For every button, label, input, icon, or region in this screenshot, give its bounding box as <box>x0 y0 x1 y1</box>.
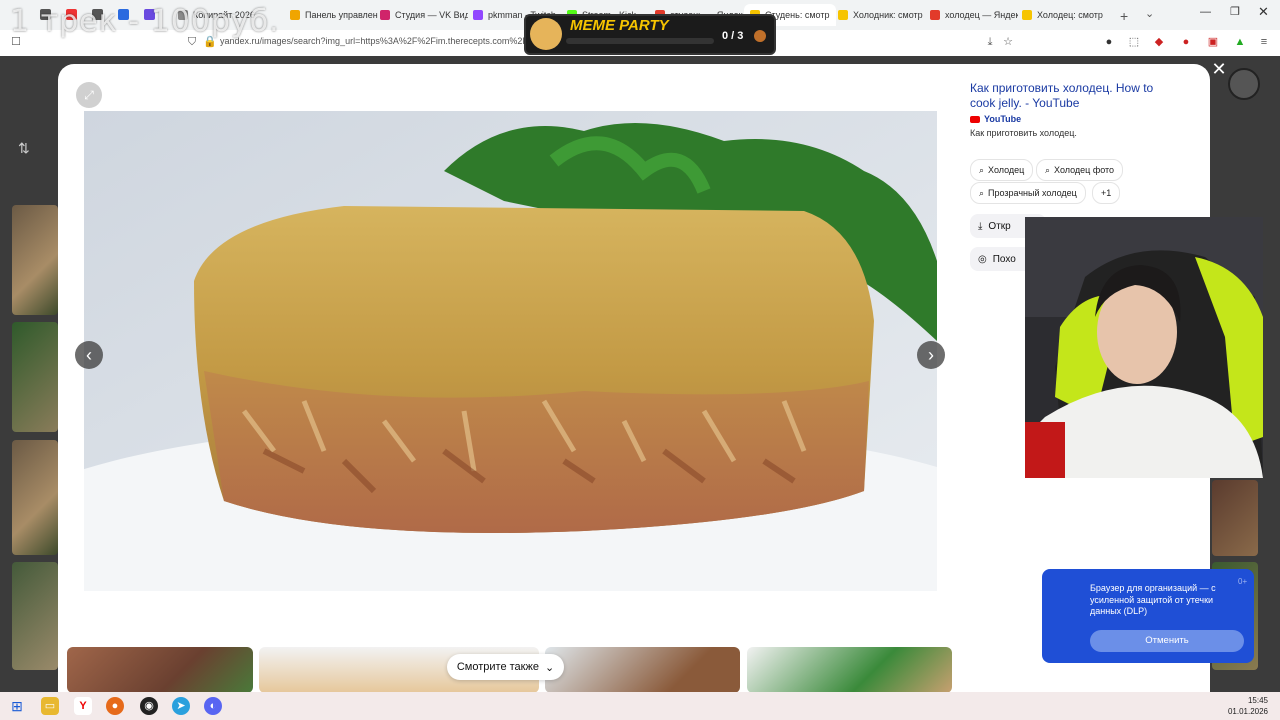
opera-icon[interactable]: ● <box>1180 36 1192 48</box>
side-thumbnail[interactable] <box>1212 480 1258 556</box>
search-icon: ⌕ <box>1045 164 1051 175</box>
meme-party-widget: MEME PARTY 0 / 3 <box>524 14 776 55</box>
browser-tab[interactable]: Студия — VK Вид <box>380 4 468 26</box>
youtube-icon <box>970 115 980 123</box>
window-close-icon[interactable]: ✕ <box>1258 4 1269 20</box>
firefox-icon[interactable]: ● <box>106 697 124 715</box>
prev-image-button[interactable]: ‹ <box>75 341 103 369</box>
tab-label: холодец — Яндек <box>945 10 1018 20</box>
search-icon: ⌕ <box>979 164 985 175</box>
vpn-extension-icon[interactable]: ◆ <box>1153 36 1165 48</box>
extension-red-icon[interactable]: ▣ <box>1207 36 1219 48</box>
extension-green-icon[interactable]: ▲ <box>1234 36 1246 48</box>
source[interactable]: YouTube <box>970 114 1021 124</box>
related-thumbnail[interactable] <box>67 647 253 693</box>
extension-icon[interactable]: ● <box>1103 36 1115 48</box>
filter-icon[interactable]: ⇅ <box>18 140 30 157</box>
telegram-icon[interactable]: ➤ <box>172 697 190 715</box>
meme-counter: 0 / 3 <box>722 30 744 42</box>
tab-list-chevron-icon[interactable]: ⌄ <box>1145 7 1154 20</box>
related-thumbnail[interactable] <box>545 647 740 693</box>
coin-icon <box>754 30 766 42</box>
camera-icon: ◎ <box>978 253 987 265</box>
bookmark-star-icon[interactable]: ☆ <box>1002 36 1014 48</box>
clock-date: 01.01.2026 <box>1227 707 1268 716</box>
download-icon: ⤓ <box>978 220 983 232</box>
new-tab-icon[interactable]: + <box>1120 8 1128 24</box>
dlp-cancel-button[interactable]: Отменить <box>1090 630 1244 652</box>
main-image[interactable] <box>84 111 937 591</box>
browser-tab[interactable]: Холодец: смотр <box>1022 4 1110 26</box>
side-thumbnail[interactable] <box>12 562 58 670</box>
more-tags-chip[interactable]: +1 <box>1092 182 1121 204</box>
minimize-icon[interactable]: — <box>1200 6 1211 18</box>
taskbar <box>0 692 1280 720</box>
tab-favicon-icon <box>1022 10 1032 20</box>
tab-label: Холодник: смотр <box>853 10 923 20</box>
close-icon[interactable]: ✕ <box>1210 60 1228 78</box>
result-description: Как приготовить холодец. <box>970 128 1077 138</box>
tab-favicon-icon <box>930 10 940 20</box>
tab-favicon-icon <box>290 10 300 20</box>
tag-chip[interactable]: ⌕ Холодец фото <box>1036 159 1124 181</box>
webcam-overlay <box>1025 217 1263 478</box>
menu-icon[interactable]: ≡ <box>1258 36 1270 48</box>
chevron-down-icon: ⌄ <box>544 661 555 674</box>
dlp-text: Браузер для организаций — с усиленной за… <box>1090 583 1216 616</box>
fullscreen-icon[interactable]: ⤢ <box>76 82 102 108</box>
maximize-icon[interactable]: ❐ <box>1230 5 1240 18</box>
clock-time: 15:45 <box>1247 696 1268 705</box>
see-also-button[interactable]: Смотрите также ⌄ <box>447 654 564 680</box>
download-icon[interactable]: ⤓ <box>984 36 996 48</box>
tag-chip[interactable]: ⌕ Холодец <box>970 159 1034 181</box>
tag-chip[interactable]: ⌕ Прозрачный холодец <box>970 182 1086 204</box>
meme-title: MEME PARTY <box>570 17 669 34</box>
tab-favicon-icon <box>838 10 848 20</box>
tab-favicon-icon <box>380 10 390 20</box>
stream-overlay-text: 1 трек - 100руб. <box>10 4 280 39</box>
browser-tab[interactable]: Панель управлен <box>290 4 378 26</box>
tab-label: Панель управлен <box>305 10 378 20</box>
browser-tab[interactable]: холодец — Яндек <box>930 4 1018 26</box>
discord-icon[interactable]: ◐ <box>204 697 222 715</box>
related-thumbnail[interactable] <box>747 647 952 693</box>
avatar[interactable] <box>1228 68 1260 100</box>
source-label: YouTube <box>984 114 1022 124</box>
next-image-button[interactable]: › <box>917 341 945 369</box>
side-thumbnail[interactable] <box>12 322 58 432</box>
dlp-notification: 0+ Браузер для организаций — с усиленной… <box>1042 569 1254 663</box>
yandex-browser-icon[interactable]: Y <box>74 697 92 715</box>
side-thumbnail[interactable] <box>12 205 58 315</box>
side-thumbnail[interactable] <box>12 440 58 555</box>
search-icon: ⌕ <box>979 187 985 198</box>
tab-label: Студия — VK Вид <box>395 10 468 20</box>
file-explorer-icon[interactable]: ▭ <box>41 697 59 715</box>
result-title-link[interactable]: Как приготовить холодец. How to cook jel… <box>970 81 1160 111</box>
windows-start-icon[interactable]: ⊞ <box>8 697 26 715</box>
obs-icon[interactable]: ◉ <box>140 697 158 715</box>
doge-icon <box>530 18 562 50</box>
meme-progress-track <box>566 38 714 44</box>
tab-favicon-icon <box>473 10 483 20</box>
tab-label: Холодец: смотр <box>1037 10 1103 20</box>
browser-tab[interactable]: Холодник: смотр <box>838 4 926 26</box>
extensions-puzzle-icon[interactable]: ⬚ <box>1128 36 1140 48</box>
